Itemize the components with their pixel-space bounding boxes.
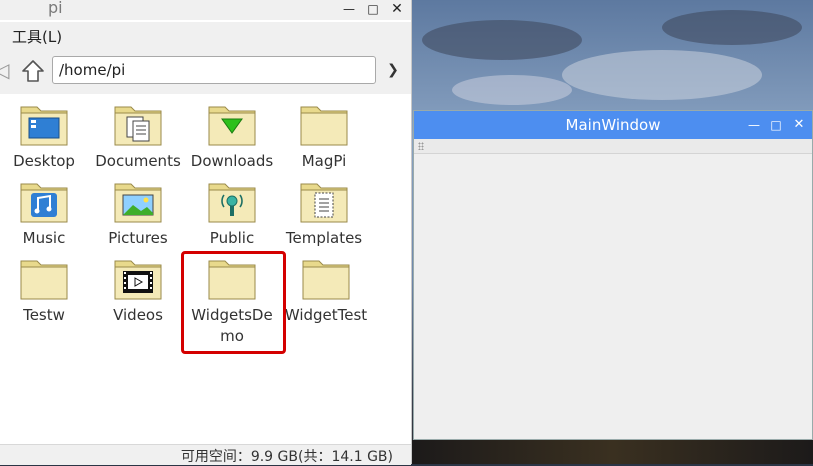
item-label: Videos <box>113 306 163 324</box>
item-label: Music <box>22 229 66 247</box>
documents-folder-icon <box>114 106 162 146</box>
main-window-title-bar: MainWindow — □ ✕ <box>414 111 812 139</box>
folder-music[interactable]: Music <box>0 171 91 249</box>
title-bar: pi — □ ✕ <box>0 0 411 20</box>
minimize-button[interactable]: — <box>340 1 358 17</box>
folder-templates[interactable]: Templates <box>277 171 371 249</box>
menu-bar: 工具(L) <box>0 22 411 50</box>
item-label: Desktop <box>13 152 75 170</box>
folder-icon <box>20 260 68 300</box>
folder-desktop[interactable]: Desktop <box>0 94 91 172</box>
folder-videos[interactable]: Videos <box>91 248 185 326</box>
folder-widgettest[interactable]: WidgetTest <box>279 248 373 326</box>
back-icon[interactable]: ◁ <box>0 59 10 81</box>
minimize-button[interactable]: — <box>746 117 762 133</box>
folder-pictures[interactable]: Pictures <box>91 171 185 249</box>
folder-downloads[interactable]: Downloads <box>185 94 279 172</box>
folder-documents[interactable]: Documents <box>91 94 185 172</box>
free-space-status: 可用空间：9.9 GB(共：14.1 GB) <box>180 449 393 465</box>
close-button[interactable]: ✕ <box>388 1 406 17</box>
status-bar: 可用空间：9.9 GB(共：14.1 GB) <box>0 444 411 465</box>
folder-icon <box>300 106 348 146</box>
item-label: Testw <box>23 306 65 324</box>
main-window: MainWindow — □ ✕ <box>413 110 813 440</box>
item-label: Public <box>209 229 255 247</box>
chevron-down-icon[interactable]: ❯ <box>384 60 402 80</box>
maximize-button[interactable]: □ <box>364 1 382 17</box>
item-label: Templates <box>285 229 363 247</box>
item-label: Pictures <box>108 229 168 247</box>
toolbar-grip-icon[interactable] <box>418 142 424 150</box>
item-label: Documents <box>95 152 181 170</box>
music-folder-icon <box>20 183 68 223</box>
folder-public[interactable]: Public <box>185 171 279 249</box>
public-folder-icon <box>208 183 256 223</box>
item-label: MagPi <box>301 152 347 170</box>
templates-folder-icon <box>300 183 348 223</box>
up-arrow-icon[interactable] <box>20 58 46 84</box>
folder-testw[interactable]: Testw <box>0 248 91 326</box>
address-field[interactable]: /home/pi <box>52 56 376 84</box>
videos-folder-icon <box>114 260 162 300</box>
item-label: Downloads <box>190 152 274 170</box>
desktop-folder-icon <box>20 106 68 146</box>
folder-magpi[interactable]: MagPi <box>277 94 371 172</box>
window-title: pi <box>48 0 63 17</box>
toolbar: ◁ /home/pi ❯ <box>0 50 411 94</box>
pictures-folder-icon <box>114 183 162 223</box>
folder-icon <box>302 260 350 300</box>
main-window-toolbar <box>414 139 812 154</box>
menu-tools[interactable]: 工具(L) <box>12 26 62 47</box>
close-button[interactable]: ✕ <box>791 117 807 133</box>
maximize-button[interactable]: □ <box>768 117 784 133</box>
downloads-folder-icon <box>208 106 256 146</box>
item-label: WidgetTest <box>284 306 368 324</box>
highlight-box <box>181 251 286 354</box>
file-manager-window: pi — □ ✕ 工具(L) ◁ /home/pi ❯ Desktop Docu… <box>0 0 412 465</box>
